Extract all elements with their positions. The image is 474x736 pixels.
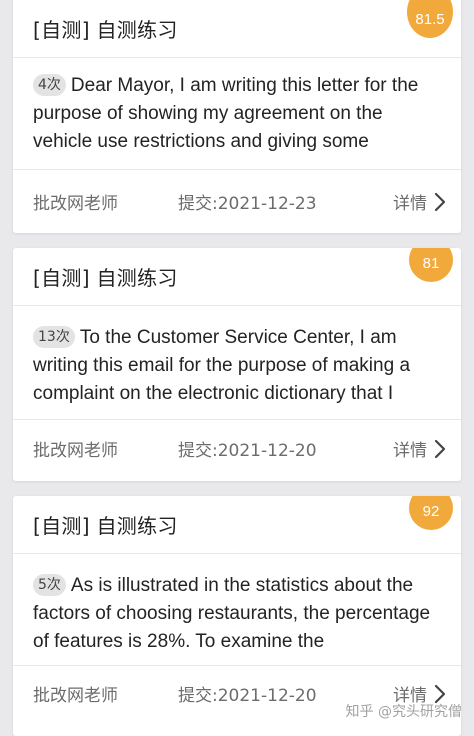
submission-count-badge: 5次 xyxy=(33,574,66,596)
card-header: [自测] 自测练习 92 xyxy=(13,496,461,554)
teacher-name: 批改网老师 xyxy=(33,441,118,461)
excerpt-text: To the Customer Service Center, I am wri… xyxy=(33,327,411,404)
card-header: [自测] 自测练习 81.5 xyxy=(13,0,461,58)
essay-card[interactable]: [自测] 自测练习 81 13次 To the Customer Service … xyxy=(13,248,461,481)
score-badge: 92 xyxy=(409,496,453,530)
card-title: [自测] 自测练习 xyxy=(33,18,178,42)
score-badge: 81 xyxy=(409,248,453,282)
card-title: [自测] 自测练习 xyxy=(33,266,178,290)
submit-date: 提交:2021-12-23 xyxy=(178,194,317,214)
submission-count-badge: 4次 xyxy=(33,74,66,96)
submit-date: 提交:2021-12-20 xyxy=(178,686,317,706)
detail-label: 详情 xyxy=(393,441,427,461)
essay-excerpt: 4次 Dear Mayor, I am writing this letter f… xyxy=(13,58,461,170)
card-title: [自测] 自测练习 xyxy=(33,514,178,538)
teacher-name: 批改网老师 xyxy=(33,686,118,706)
submission-count-badge: 13次 xyxy=(33,326,75,348)
detail-link[interactable]: 详情 xyxy=(393,189,447,214)
detail-link[interactable]: 详情 xyxy=(393,436,447,461)
chevron-right-icon xyxy=(434,192,446,211)
excerpt-text: As is illustrated in the statistics abou… xyxy=(33,575,431,652)
score-badge: 81.5 xyxy=(407,0,453,38)
essay-excerpt: 13次 To the Customer Service Center, I am … xyxy=(13,306,461,420)
teacher-name: 批改网老师 xyxy=(33,194,118,214)
detail-label: 详情 xyxy=(393,194,427,214)
chevron-right-icon xyxy=(434,439,446,458)
essay-card[interactable]: [自测] 自测练习 81.5 4次 Dear Mayor, I am writin… xyxy=(13,0,461,233)
essay-excerpt: 5次 As is illustrated in the statistics ab… xyxy=(13,554,461,666)
excerpt-text: Dear Mayor, I am writing this letter for… xyxy=(33,75,419,152)
submit-date: 提交:2021-12-20 xyxy=(178,441,317,461)
card-footer: 批改网老师 提交:2021-12-20 详情 xyxy=(13,420,461,481)
card-header: [自测] 自测练习 81 xyxy=(13,248,461,306)
watermark: 知乎 @究头研究僧 xyxy=(345,704,462,720)
essay-card[interactable]: [自测] 自测练习 92 5次 As is illustrated in the … xyxy=(13,496,461,736)
card-footer: 批改网老师 提交:2021-12-23 详情 xyxy=(13,170,461,233)
